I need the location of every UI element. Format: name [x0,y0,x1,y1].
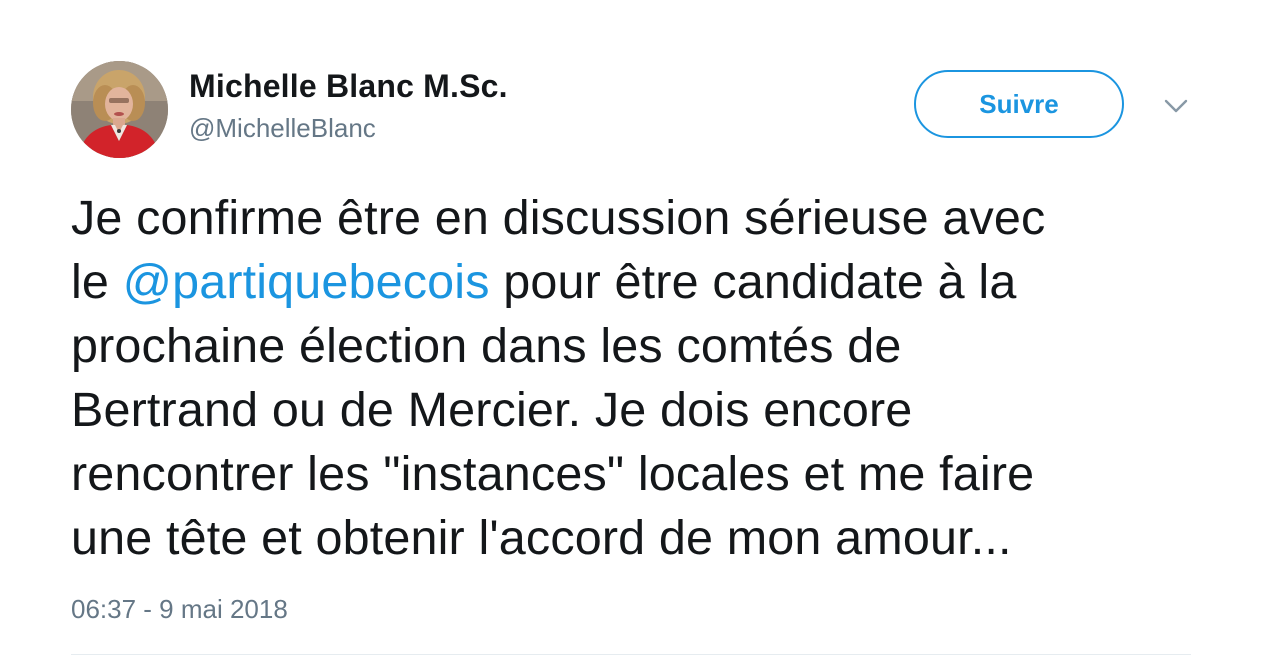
tweet-timestamp[interactable]: 06:37 - 9 mai 2018 [71,594,288,625]
follow-button-label: Suivre [979,88,1059,119]
tweet-card: Michelle Blanc M.Sc. @MichelleBlanc Suiv… [0,0,1272,656]
tweet-line: une tête et obtenir l'accord de mon amou… [71,511,1012,565]
divider [71,654,1191,655]
avatar[interactable] [71,61,168,158]
profile-photo-icon [71,61,168,158]
tweet-text-segment: pour être candidate à la [489,255,1017,309]
tweet-line: prochaine élection dans les comtés de [71,319,902,373]
author-handle[interactable]: @MichelleBlanc [189,113,376,144]
tweet-line: Je confirme être en discussion sérieuse … [71,191,1046,245]
tweet-text: Je confirme être en discussion sérieuse … [71,186,1221,570]
tweet-line: le @partiquebecois pour être candidate à… [71,250,1221,314]
tweet-text-segment: le [71,255,123,309]
follow-button[interactable]: Suivre [914,70,1124,138]
chevron-down-icon[interactable] [1160,92,1192,120]
tweet-line: Bertrand ou de Mercier. Je dois encore [71,383,913,437]
author-display-name[interactable]: Michelle Blanc M.Sc. [189,68,508,105]
mention-link[interactable]: @partiquebecois [123,255,490,309]
tweet-line: rencontrer les "instances" locales et me… [71,447,1035,501]
